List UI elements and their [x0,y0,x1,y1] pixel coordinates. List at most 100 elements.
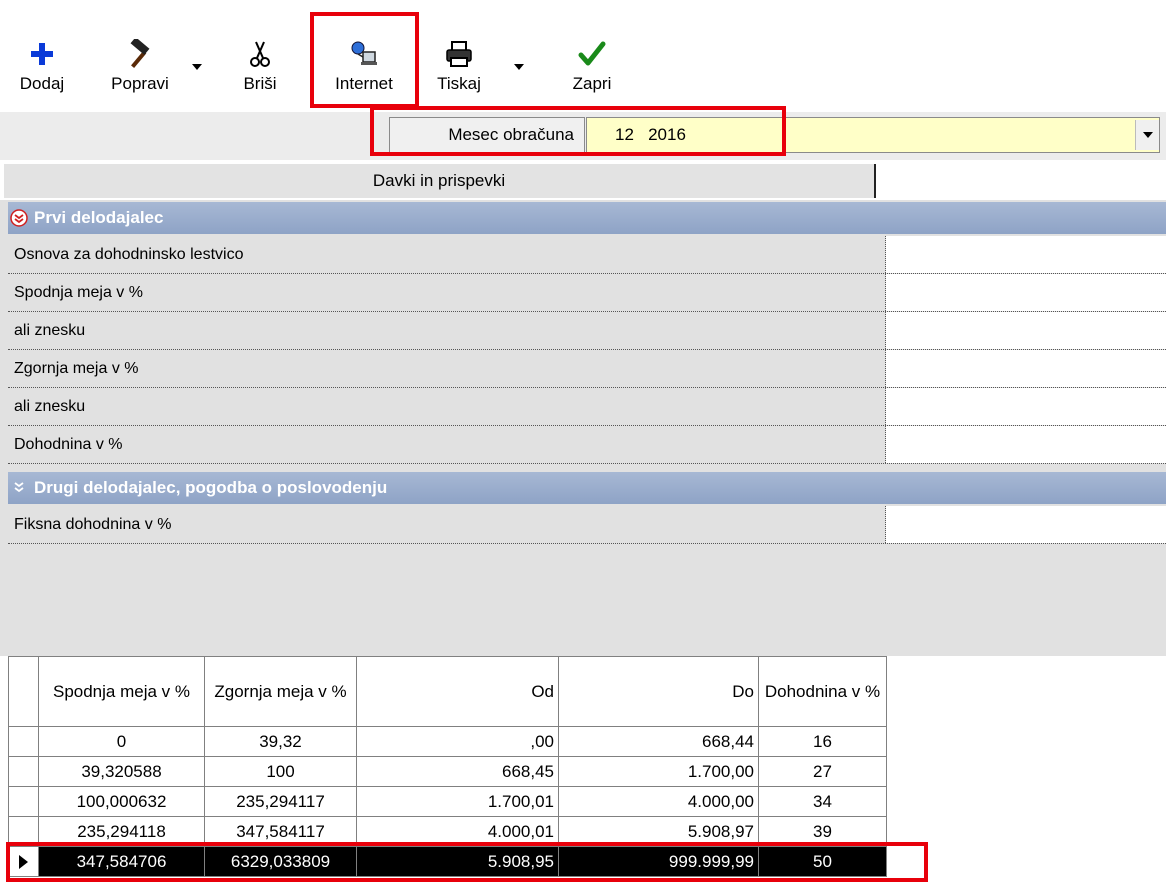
table-cell[interactable]: 16 [758,726,887,757]
row-indicator[interactable] [8,756,39,787]
property-row: Dohodnina v % [8,426,1166,464]
table-row[interactable]: 100,000632 235,294117 1.700,01 4.000,00 … [8,786,887,817]
toolbar-separator [302,36,303,100]
month-value: 12 2016 [615,125,686,144]
table-cell[interactable]: 5.908,95 [356,846,559,877]
column-header[interactable]: Do [558,656,759,727]
month-label: Mesec obračuna [389,117,585,153]
table-cell[interactable]: 4.000,00 [558,786,759,817]
property-row: Osnova za dohodninsko lestvico [8,236,1166,274]
table-cell[interactable]: ,00 [356,726,559,757]
checkmark-icon [562,38,622,70]
table-cell[interactable]: 347,584117 [204,816,357,847]
add-label: Dodaj [19,74,65,93]
table-cell[interactable]: 4.000,01 [356,816,559,847]
delete-label: Briši [243,74,277,93]
close-label: Zapri [572,74,612,93]
section-title: Prvi delodajalec [34,208,164,227]
table-cell[interactable]: 1.700,00 [558,756,759,787]
delete-button[interactable]: Briši [236,36,284,102]
edit-button[interactable]: Popravi [100,36,180,102]
month-select[interactable]: 12 2016 [586,117,1160,153]
table-cell[interactable]: 6329,033809 [204,846,357,877]
print-button[interactable]: Tiskaj [428,36,490,102]
property-row: ali znesku [8,388,1166,426]
internet-button[interactable]: Internet [314,36,414,102]
chevron-down-icon [1142,132,1153,138]
column-header[interactable]: Zgornja meja v % [204,656,357,727]
hammer-icon [100,38,180,70]
section-title: Drugi delodajalec, pogodba o poslovodenj… [34,478,388,497]
section-first-employer[interactable]: Prvi delodajalec [8,202,1166,234]
printer-icon [428,38,490,70]
column-header[interactable]: Od [356,656,559,727]
print-dropdown-arrow[interactable] [514,64,524,70]
table-cell[interactable]: 50 [758,846,887,877]
table-header-row: Spodnja meja v % Zgornja meja v % Od Do … [8,656,887,727]
table-cell[interactable]: 235,294118 [38,816,205,847]
table-row[interactable]: 0 39,32 ,00 668,44 16 [8,726,887,757]
edit-dropdown-arrow[interactable] [192,64,202,70]
table-cell[interactable]: 100,000632 [38,786,205,817]
property-value-field[interactable] [886,426,1166,463]
expand-icon[interactable] [10,479,28,497]
close-button[interactable]: Zapri [562,36,622,102]
table-cell[interactable]: 39,32 [204,726,357,757]
table-cell[interactable]: 5.908,97 [558,816,759,847]
toolbar-separator [542,36,543,100]
table-cell[interactable]: 668,45 [356,756,559,787]
toolbar: Dodaj Popravi Briši Internet Tiskaj Zapr… [0,0,1166,112]
table-cell[interactable]: 347,584706 [38,846,205,877]
property-row: ali znesku [8,312,1166,350]
property-value-field[interactable] [886,506,1166,543]
property-value-field[interactable] [886,274,1166,311]
table-cell[interactable]: 1.700,01 [356,786,559,817]
current-row-pointer-icon [19,854,28,869]
table-cell[interactable]: 34 [758,786,887,817]
table-cell[interactable]: 39,320588 [38,756,205,787]
table-cell[interactable]: 0 [38,726,205,757]
tab-taxes-contributions[interactable]: Davki in prispevki [4,164,876,198]
collapse-icon[interactable] [10,209,28,227]
table-cell[interactable]: 999.999,99 [558,846,759,877]
property-value-field[interactable] [886,388,1166,425]
table-cell[interactable]: 39 [758,816,887,847]
add-button[interactable]: Dodaj [16,36,68,102]
edit-label: Popravi [111,74,169,93]
property-label: Zgornja meja v % [8,350,886,387]
property-grid: Prvi delodajalec Osnova za dohodninsko l… [0,200,1166,656]
month-selector-row: Mesec obračuna 12 2016 [0,112,1166,160]
month-dropdown-button[interactable] [1135,120,1159,150]
column-header[interactable]: Spodnja meja v % [38,656,205,727]
property-label: Dohodnina v % [8,426,886,463]
property-row: Spodnja meja v % [8,274,1166,312]
table-cell[interactable]: 668,44 [558,726,759,757]
table-cell[interactable]: 27 [758,756,887,787]
column-header[interactable]: Dohodnina v % [758,656,887,727]
property-label: Spodnja meja v % [8,274,886,311]
property-label: ali znesku [8,388,886,425]
scissors-icon [236,38,284,70]
plus-icon [16,38,68,70]
internet-label: Internet [335,74,393,93]
property-row: Fiksna dohodnina v % [8,506,1166,544]
property-value-field[interactable] [886,236,1166,273]
property-value-field[interactable] [886,350,1166,387]
table-cell[interactable]: 235,294117 [204,786,357,817]
row-indicator[interactable] [8,786,39,817]
row-indicator[interactable] [8,816,39,847]
table-row[interactable]: 235,294118 347,584117 4.000,01 5.908,97 … [8,816,887,847]
property-row: Zgornja meja v % [8,350,1166,388]
table-cell[interactable]: 100 [204,756,357,787]
property-value-field[interactable] [886,312,1166,349]
tab-strip: Davki in prispevki [0,160,1166,200]
property-label: ali znesku [8,312,886,349]
row-indicator[interactable] [8,726,39,757]
table-row-selected[interactable]: 347,584706 6329,033809 5.908,95 999.999,… [8,846,887,877]
network-icon [314,38,414,70]
table-row[interactable]: 39,320588 100 668,45 1.700,00 27 [8,756,887,787]
section-second-employer[interactable]: Drugi delodajalec, pogodba o poslovodenj… [8,472,1166,504]
row-indicator-header [8,656,39,727]
row-indicator[interactable] [8,846,39,877]
print-label: Tiskaj [437,74,481,93]
